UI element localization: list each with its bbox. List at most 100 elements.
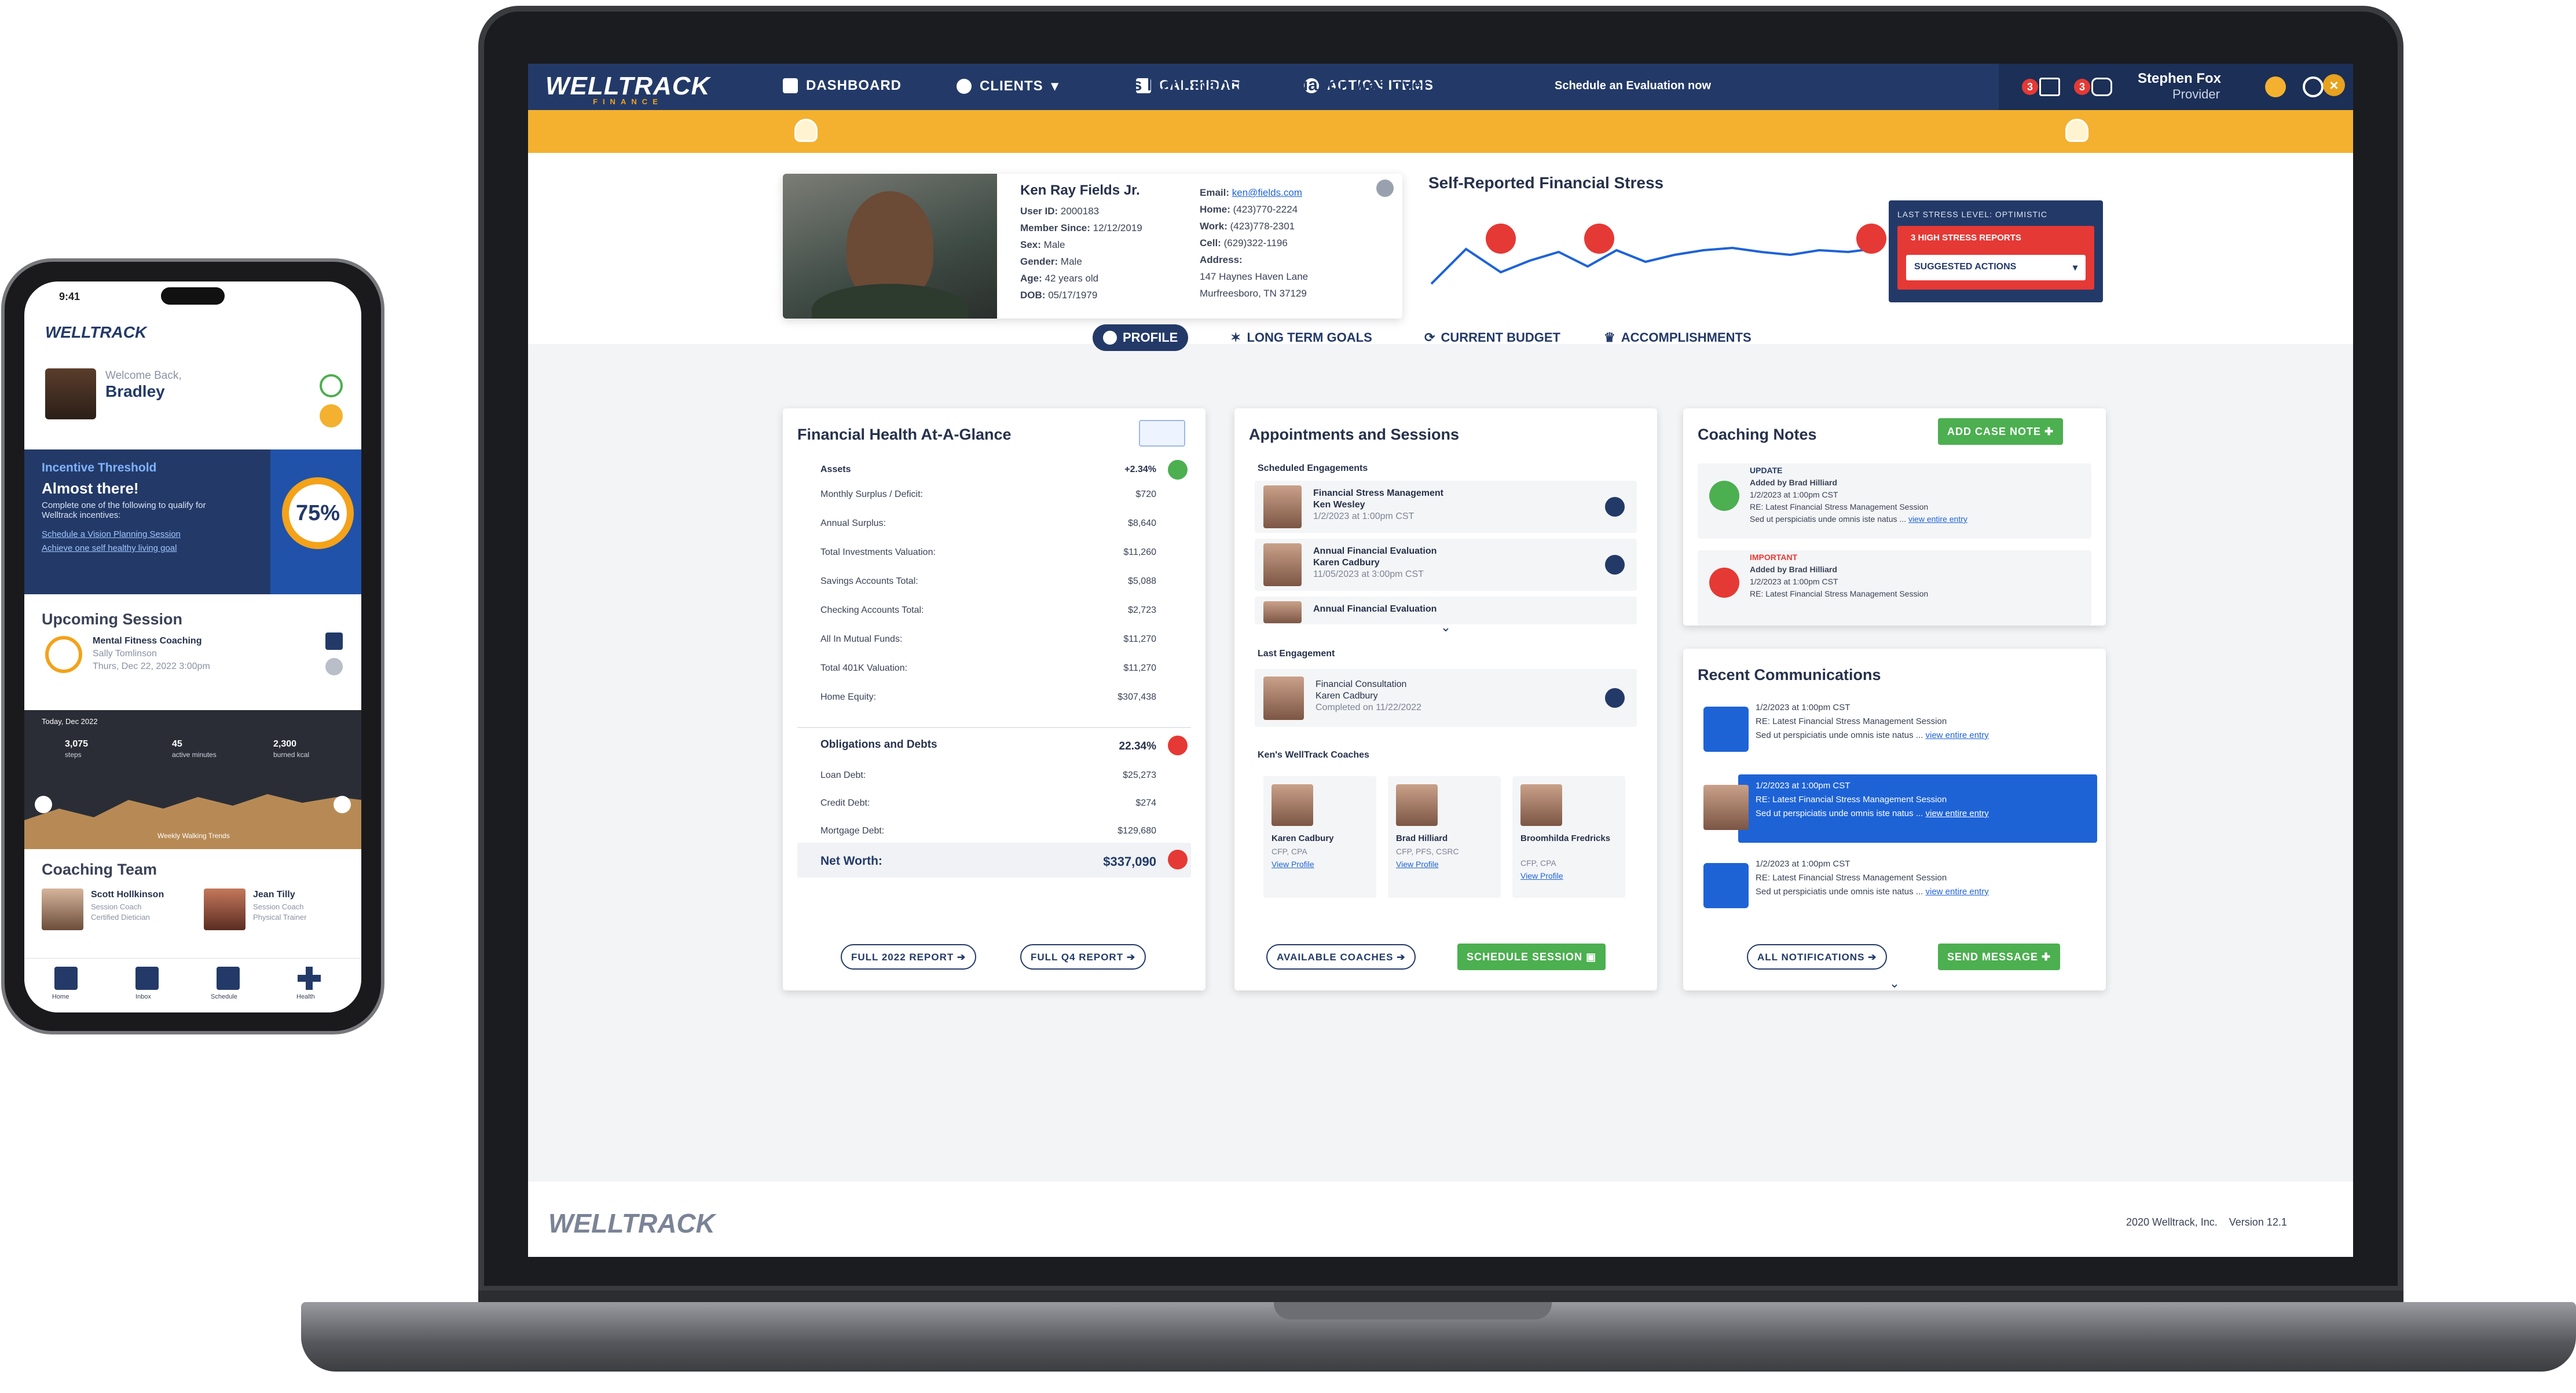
debt-row-value: $274 bbox=[1135, 798, 1156, 808]
profile-field: Address: bbox=[1200, 251, 1385, 268]
field-value: Male bbox=[1043, 239, 1065, 250]
note-author: Added by Brad Hilliard bbox=[1750, 565, 1837, 574]
suggested-actions-select[interactable]: SUGGESTED ACTIONS ▾ bbox=[1906, 255, 2086, 280]
power-icon[interactable] bbox=[2303, 76, 2324, 97]
stat-kcal-label: burned kcal bbox=[273, 751, 310, 759]
field-value: Male bbox=[1060, 256, 1082, 267]
view-entry-link[interactable]: view entire entry bbox=[1926, 809, 1989, 818]
coach-avatar bbox=[1263, 677, 1304, 720]
full-q4-report-button[interactable]: FULL Q4 REPORT ➔ bbox=[1020, 944, 1146, 970]
coach-avatar[interactable] bbox=[204, 889, 245, 930]
coach-credentials: CFP, CPA bbox=[1271, 847, 1307, 856]
coach-name: Broomhilda Fredricks bbox=[1520, 833, 1611, 843]
tab-home-label: Home bbox=[52, 993, 69, 1000]
asset-row-value: $11,270 bbox=[1123, 663, 1156, 673]
high-stress-marker[interactable] bbox=[1486, 224, 1516, 254]
tab-current-budget[interactable]: ⟳ CURRENT BUDGET bbox=[1414, 324, 1571, 351]
coach-credentials: CFP, CPA bbox=[1520, 858, 1556, 868]
high-stress-marker[interactable] bbox=[1856, 224, 1886, 254]
tab-profile[interactable]: PROFILE bbox=[1093, 324, 1189, 351]
asset-row-label: Monthly Surplus / Deficit: bbox=[820, 489, 923, 499]
inbox-icon[interactable] bbox=[135, 967, 159, 990]
add-case-note-button[interactable]: ADD CASE NOTE ✚ bbox=[1938, 418, 2064, 445]
view-entry-link[interactable]: view entire entry bbox=[1926, 887, 1989, 897]
chat-icon[interactable] bbox=[2091, 78, 2112, 96]
status-icon[interactable] bbox=[320, 374, 343, 397]
incentive-link-2[interactable]: Achieve one self healthy living goal bbox=[42, 543, 177, 553]
view-entry-link[interactable]: view entire entry bbox=[1908, 514, 1967, 524]
welltrack-logo[interactable]: WELLTRACK bbox=[545, 72, 710, 101]
arrow-right-icon[interactable] bbox=[1605, 688, 1625, 708]
inbox-icon[interactable] bbox=[2039, 78, 2060, 96]
view-profile-link[interactable]: View Profile bbox=[1271, 858, 1314, 870]
available-coaches-button[interactable]: AVAILABLE COACHES ➔ bbox=[1266, 944, 1416, 970]
health-plus-icon[interactable] bbox=[298, 967, 321, 990]
message-text[interactable]: 1/2/2023 at 1:00pm CST RE: Latest Financi… bbox=[1756, 857, 1989, 899]
calendar-icon[interactable] bbox=[325, 632, 343, 650]
calendar-icon[interactable] bbox=[217, 967, 240, 990]
asset-row-value: $11,270 bbox=[1123, 634, 1156, 644]
badge-icon[interactable] bbox=[320, 404, 343, 427]
email-icon[interactable] bbox=[1703, 707, 1749, 752]
coach-avatar[interactable] bbox=[42, 889, 83, 930]
message-text[interactable]: 1/2/2023 at 1:00pm CST RE: Latest Financi… bbox=[1756, 779, 1989, 821]
send-message-button[interactable]: SEND MESSAGE ✚ bbox=[1938, 944, 2061, 970]
home-icon[interactable] bbox=[54, 967, 78, 990]
scheduled-item[interactable] bbox=[1255, 597, 1637, 624]
last-engagement-label: Last Engagement bbox=[1258, 649, 1335, 659]
email-link[interactable]: ken@fields.com bbox=[1232, 187, 1302, 198]
arrow-right-icon: ➔ bbox=[1397, 952, 1406, 963]
user-name[interactable]: Stephen Fox bbox=[2138, 71, 2221, 87]
phone-tab-bar: Home Inbox Schedule Health bbox=[24, 958, 361, 1012]
chevron-right-icon[interactable] bbox=[334, 796, 351, 813]
chevron-down-icon[interactable]: ⌄ bbox=[1680, 976, 2109, 991]
field-value: (423)770-2224 bbox=[1233, 204, 1298, 215]
debt-row-label: Credit Debt: bbox=[820, 798, 870, 808]
tab-long-term-goals[interactable]: ✶ LONG TERM GOALS bbox=[1220, 324, 1383, 351]
field-label: DOB: bbox=[1020, 290, 1046, 301]
schedule-evaluation-button[interactable]: Schedule an Evaluation now bbox=[1544, 73, 1770, 98]
coach-name: Brad Hilliard bbox=[1396, 833, 1448, 843]
stat-kcal: 2,300 bbox=[273, 739, 297, 749]
asset-row-value: $11,260 bbox=[1123, 547, 1156, 557]
view-profile-link[interactable]: View Profile bbox=[1520, 870, 1563, 882]
note-tag: IMPORTANT bbox=[1750, 553, 1798, 562]
avatar[interactable] bbox=[45, 368, 96, 419]
scheduled-text: Annual Financial Evaluation bbox=[1313, 604, 1437, 615]
view-entry-link[interactable]: view entire entry bbox=[1926, 730, 1989, 740]
full-2022-report-button[interactable]: FULL 2022 REPORT ➔ bbox=[841, 944, 977, 970]
chevron-left-icon[interactable] bbox=[35, 796, 52, 813]
scheduled-item[interactable] bbox=[1255, 539, 1637, 591]
view-profile-link[interactable]: View Profile bbox=[1396, 858, 1439, 870]
message-body-text: Sed ut perspiciatis unde omnis iste natu… bbox=[1756, 730, 1923, 740]
stat-active-label: active minutes bbox=[172, 751, 217, 759]
field-label: Home: bbox=[1200, 204, 1230, 215]
profile-details-left: User ID: 2000183 Member Since: 12/12/2019… bbox=[1020, 203, 1194, 304]
stats-date: Today, Dec 2022 bbox=[42, 717, 98, 726]
settings-icon[interactable] bbox=[325, 658, 343, 675]
arrow-right-icon[interactable] bbox=[1605, 555, 1625, 575]
chat-icon[interactable] bbox=[1703, 863, 1749, 908]
profile-field: Member Since: 12/12/2019 bbox=[1020, 220, 1194, 236]
schedule-session-button[interactable]: SCHEDULE SESSION ▣ bbox=[1457, 944, 1606, 970]
arrow-right-icon[interactable] bbox=[1605, 497, 1625, 517]
laptop-notch bbox=[1274, 1302, 1552, 1319]
phone-notch bbox=[161, 287, 225, 305]
nav-dashboard[interactable]: DASHBOARD bbox=[783, 78, 902, 94]
close-icon[interactable]: × bbox=[2323, 74, 2345, 96]
last-engagement-item[interactable] bbox=[1255, 669, 1637, 727]
edit-icon[interactable] bbox=[1376, 180, 1394, 197]
high-stress-marker[interactable] bbox=[1584, 224, 1614, 254]
debt-row-label: Mortgage Debt: bbox=[820, 826, 885, 836]
tab-accomplishments[interactable]: ♛ ACCOMPLISHMENTS bbox=[1593, 324, 1762, 351]
nav-clients[interactable]: CLIENTS ▾ bbox=[957, 78, 1059, 94]
scheduled-item[interactable] bbox=[1255, 481, 1637, 533]
all-notifications-button[interactable]: ALL NOTIFICATIONS ➔ bbox=[1747, 944, 1888, 970]
stat-steps: 3,075 bbox=[65, 739, 89, 749]
thumbs-up-icon bbox=[1709, 481, 1739, 511]
incentive-link-1[interactable]: Schedule a Vision Planning Session bbox=[42, 529, 181, 539]
home-icon[interactable] bbox=[1139, 420, 1185, 447]
message-text[interactable]: 1/2/2023 at 1:00pm CST RE: Latest Financi… bbox=[1756, 701, 1989, 743]
avatar-icon[interactable] bbox=[2265, 76, 2286, 97]
note-text: UPDATE Added by Brad Hilliard 1/2/2023 at … bbox=[1750, 465, 1967, 525]
